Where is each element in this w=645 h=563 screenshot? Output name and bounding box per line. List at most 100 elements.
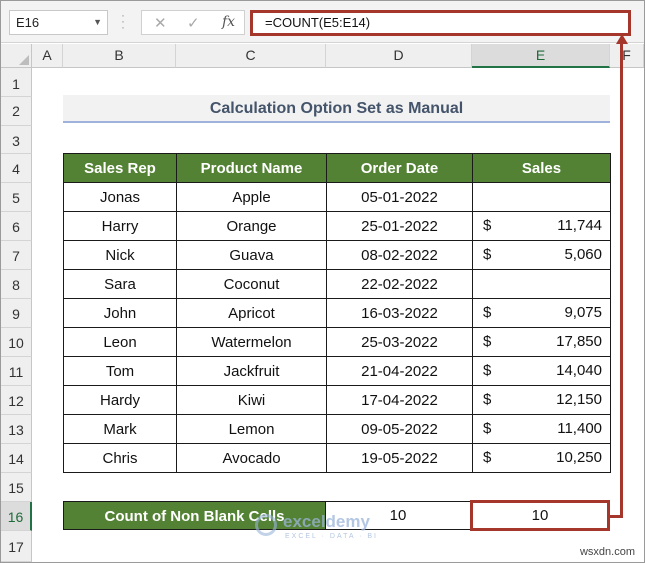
table-row: John Apricot 16-03-2022 $9,075 — [63, 298, 611, 328]
table-row: Nick Guava 08-02-2022 $5,060 — [63, 240, 611, 270]
row-header-17[interactable]: 17 — [1, 531, 32, 562]
header-order-date[interactable]: Order Date — [326, 153, 473, 183]
watermark-tagline: EXCEL · DATA · BI — [285, 533, 378, 540]
row-header-9[interactable]: 9 — [1, 299, 32, 328]
cell-sales[interactable]: $11,744 — [472, 211, 611, 241]
cell-sales[interactable]: $17,850 — [472, 327, 611, 357]
sales-amount: 9,075 — [564, 304, 602, 321]
cell-sales[interactable]: $5,060 — [472, 240, 611, 270]
cell-sales[interactable]: $11,400 — [472, 414, 611, 444]
header-sales[interactable]: Sales — [472, 153, 611, 183]
cell-order-date[interactable]: 08-02-2022 — [326, 240, 473, 270]
row-header-11[interactable]: 11 — [1, 357, 32, 386]
row-header-12[interactable]: 12 — [1, 386, 32, 415]
cell-product[interactable]: Kiwi — [176, 385, 327, 415]
column-header-d[interactable]: D — [326, 44, 472, 68]
row-header-7[interactable]: 7 — [1, 241, 32, 270]
table-row: Tom Jackfruit 21-04-2022 $14,040 — [63, 356, 611, 386]
cell-product[interactable]: Lemon — [176, 414, 327, 444]
currency-symbol: $ — [483, 304, 492, 321]
cell-order-date[interactable]: 25-01-2022 — [326, 211, 473, 241]
row-header-13[interactable]: 13 — [1, 415, 32, 444]
cell-product[interactable]: Coconut — [176, 269, 327, 299]
cell-order-date[interactable]: 16-03-2022 — [326, 298, 473, 328]
row-header-15[interactable]: 15 — [1, 473, 32, 502]
cell-sales[interactable] — [472, 182, 611, 212]
row-header-6[interactable]: 6 — [1, 212, 32, 241]
currency-symbol: $ — [483, 333, 492, 350]
cell-sales[interactable]: $12,150 — [472, 385, 611, 415]
formula-bar: E16 ▼ · · · ✕ ✓ fx =COUNT(E5:E14) — [1, 1, 644, 43]
cell-sales[interactable]: $9,075 — [472, 298, 611, 328]
check-icon[interactable]: ✓ — [187, 14, 200, 32]
cell-product[interactable]: Avocado — [176, 443, 327, 473]
sales-amount: 10,250 — [556, 449, 602, 466]
header-sales-rep[interactable]: Sales Rep — [63, 153, 177, 183]
cell-sales[interactable]: $14,040 — [472, 356, 611, 386]
cell-product[interactable]: Apple — [176, 182, 327, 212]
table-row: Chris Avocado 19-05-2022 $10,250 — [63, 443, 611, 473]
cell-sales[interactable]: $10,250 — [472, 443, 611, 473]
name-box[interactable]: E16 ▼ — [9, 10, 108, 35]
cell-product[interactable]: Guava — [176, 240, 327, 270]
cell-sales-rep[interactable]: Nick — [63, 240, 177, 270]
row-header-10[interactable]: 10 — [1, 328, 32, 357]
column-header-a[interactable]: A — [32, 44, 63, 68]
table-row: Harry Orange 25-01-2022 $11,744 — [63, 211, 611, 241]
chevron-down-icon[interactable]: ▼ — [93, 11, 102, 34]
cell-sales-rep[interactable]: John — [63, 298, 177, 328]
header-product-name[interactable]: Product Name — [176, 153, 327, 183]
select-all-button[interactable] — [1, 44, 32, 68]
row-header-8[interactable]: 8 — [1, 270, 32, 299]
cell-sales-rep[interactable]: Leon — [63, 327, 177, 357]
cell-sales[interactable] — [472, 269, 611, 299]
row-header-4[interactable]: 4 — [1, 154, 32, 183]
cell-sales-rep[interactable]: Mark — [63, 414, 177, 444]
row-header-14[interactable]: 14 — [1, 444, 32, 473]
column-header-b[interactable]: B — [63, 44, 176, 68]
count-value-e-cell[interactable]: 10 — [470, 500, 610, 531]
cell-order-date[interactable]: 05-01-2022 — [326, 182, 473, 212]
cell-order-date[interactable]: 17-04-2022 — [326, 385, 473, 415]
sales-amount: 17,850 — [556, 333, 602, 350]
row-header-1[interactable]: 1 — [1, 68, 32, 97]
row-header-3[interactable]: 3 — [1, 126, 32, 154]
sales-amount: 14,040 — [556, 362, 602, 379]
drag-handle-icon[interactable]: · · · — [121, 9, 125, 33]
cell-order-date[interactable]: 25-03-2022 — [326, 327, 473, 357]
table-header-row: Sales Rep Product Name Order Date Sales — [63, 153, 611, 183]
cell-order-date[interactable]: 21-04-2022 — [326, 356, 473, 386]
cell-order-date[interactable]: 09-05-2022 — [326, 414, 473, 444]
cell-sales-rep[interactable]: Jonas — [63, 182, 177, 212]
column-header-e[interactable]: E — [472, 44, 610, 68]
formula-input[interactable]: =COUNT(E5:E14) — [250, 10, 631, 36]
cell-sales-rep[interactable]: Tom — [63, 356, 177, 386]
cell-product[interactable]: Apricot — [176, 298, 327, 328]
close-icon[interactable]: ✕ — [154, 14, 167, 32]
table-row: Leon Watermelon 25-03-2022 $17,850 — [63, 327, 611, 357]
table-row: Jonas Apple 05-01-2022 — [63, 182, 611, 212]
cell-product[interactable]: Orange — [176, 211, 327, 241]
cell-product[interactable]: Jackfruit — [176, 356, 327, 386]
sheet-title: Calculation Option Set as Manual — [63, 95, 610, 123]
sales-amount: 12,150 — [556, 391, 602, 408]
watermark-logo-icon — [255, 514, 277, 536]
insert-function-icon[interactable]: fx — [222, 14, 235, 30]
sales-amount: 11,400 — [557, 420, 602, 437]
cell-sales-rep[interactable]: Harry — [63, 211, 177, 241]
cell-product[interactable]: Watermelon — [176, 327, 327, 357]
column-header-f[interactable]: F — [610, 44, 644, 68]
cell-sales-rep[interactable]: Hardy — [63, 385, 177, 415]
row-header-2[interactable]: 2 — [1, 97, 32, 126]
currency-symbol: $ — [483, 246, 492, 263]
watermark-text: exceldemy — [283, 512, 370, 531]
row-header-5[interactable]: 5 — [1, 183, 32, 212]
currency-symbol: $ — [483, 449, 492, 466]
cell-sales-rep[interactable]: Chris — [63, 443, 177, 473]
cell-sales-rep[interactable]: Sara — [63, 269, 177, 299]
row-header-16[interactable]: 16 — [1, 502, 32, 531]
column-header-c[interactable]: C — [176, 44, 326, 68]
cell-order-date[interactable]: 22-02-2022 — [326, 269, 473, 299]
cell-order-date[interactable]: 19-05-2022 — [326, 443, 473, 473]
connector-line — [610, 515, 623, 518]
